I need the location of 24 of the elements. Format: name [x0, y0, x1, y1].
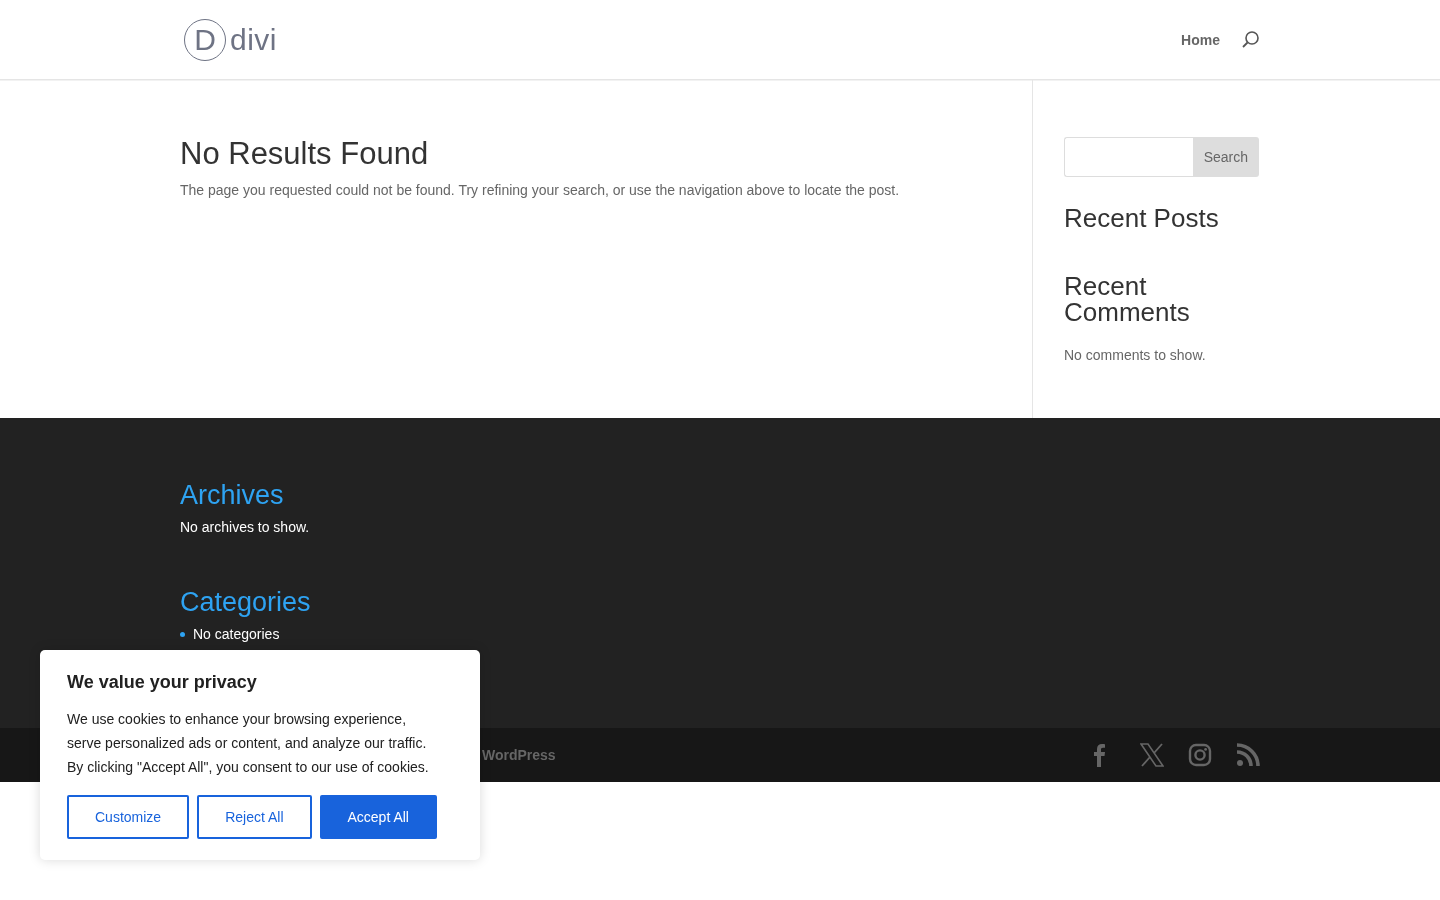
list-item: No categories [193, 626, 280, 642]
search-button[interactable]: Search [1192, 137, 1259, 177]
search-icon[interactable] [1242, 31, 1260, 48]
instagram-icon[interactable] [1188, 743, 1212, 767]
x-icon[interactable] [1140, 743, 1164, 767]
widget-title: Recent Posts [1064, 205, 1220, 231]
widget-text: No archives to show. [180, 519, 311, 535]
widget-title: Archives [180, 480, 285, 511]
widget-text: No comments to show. [1064, 347, 1207, 363]
page-title: No Results Found [180, 136, 430, 172]
option-button[interactable]: Reject All [197, 795, 312, 839]
bullet-icon [180, 631, 185, 637]
widget-title: Categories [180, 587, 312, 618]
search-field[interactable] [1064, 137, 1193, 177]
logo[interactable]: D divi [184, 18, 277, 61]
accept-button[interactable]: Accept All [319, 795, 437, 839]
not-found-message: The page you requested could not be found. Try refining your search, or use the navigation above to locate the post. [180, 182, 901, 198]
footer-credit: WordPress [482, 747, 556, 763]
option-button[interactable]: Customize [67, 795, 190, 839]
banner-text: We use cookies to enhance your browsing experience, serve personalized ads or content, and analyze our traffic. By clicking "Accept All", you consent to our use of cookies. [67, 710, 430, 777]
widget-title: Recent Comments [1064, 273, 1191, 325]
rss-icon[interactable] [1236, 743, 1260, 767]
banner-title: We value your privacy [67, 672, 258, 693]
nav-link[interactable]: Home [1181, 31, 1220, 48]
